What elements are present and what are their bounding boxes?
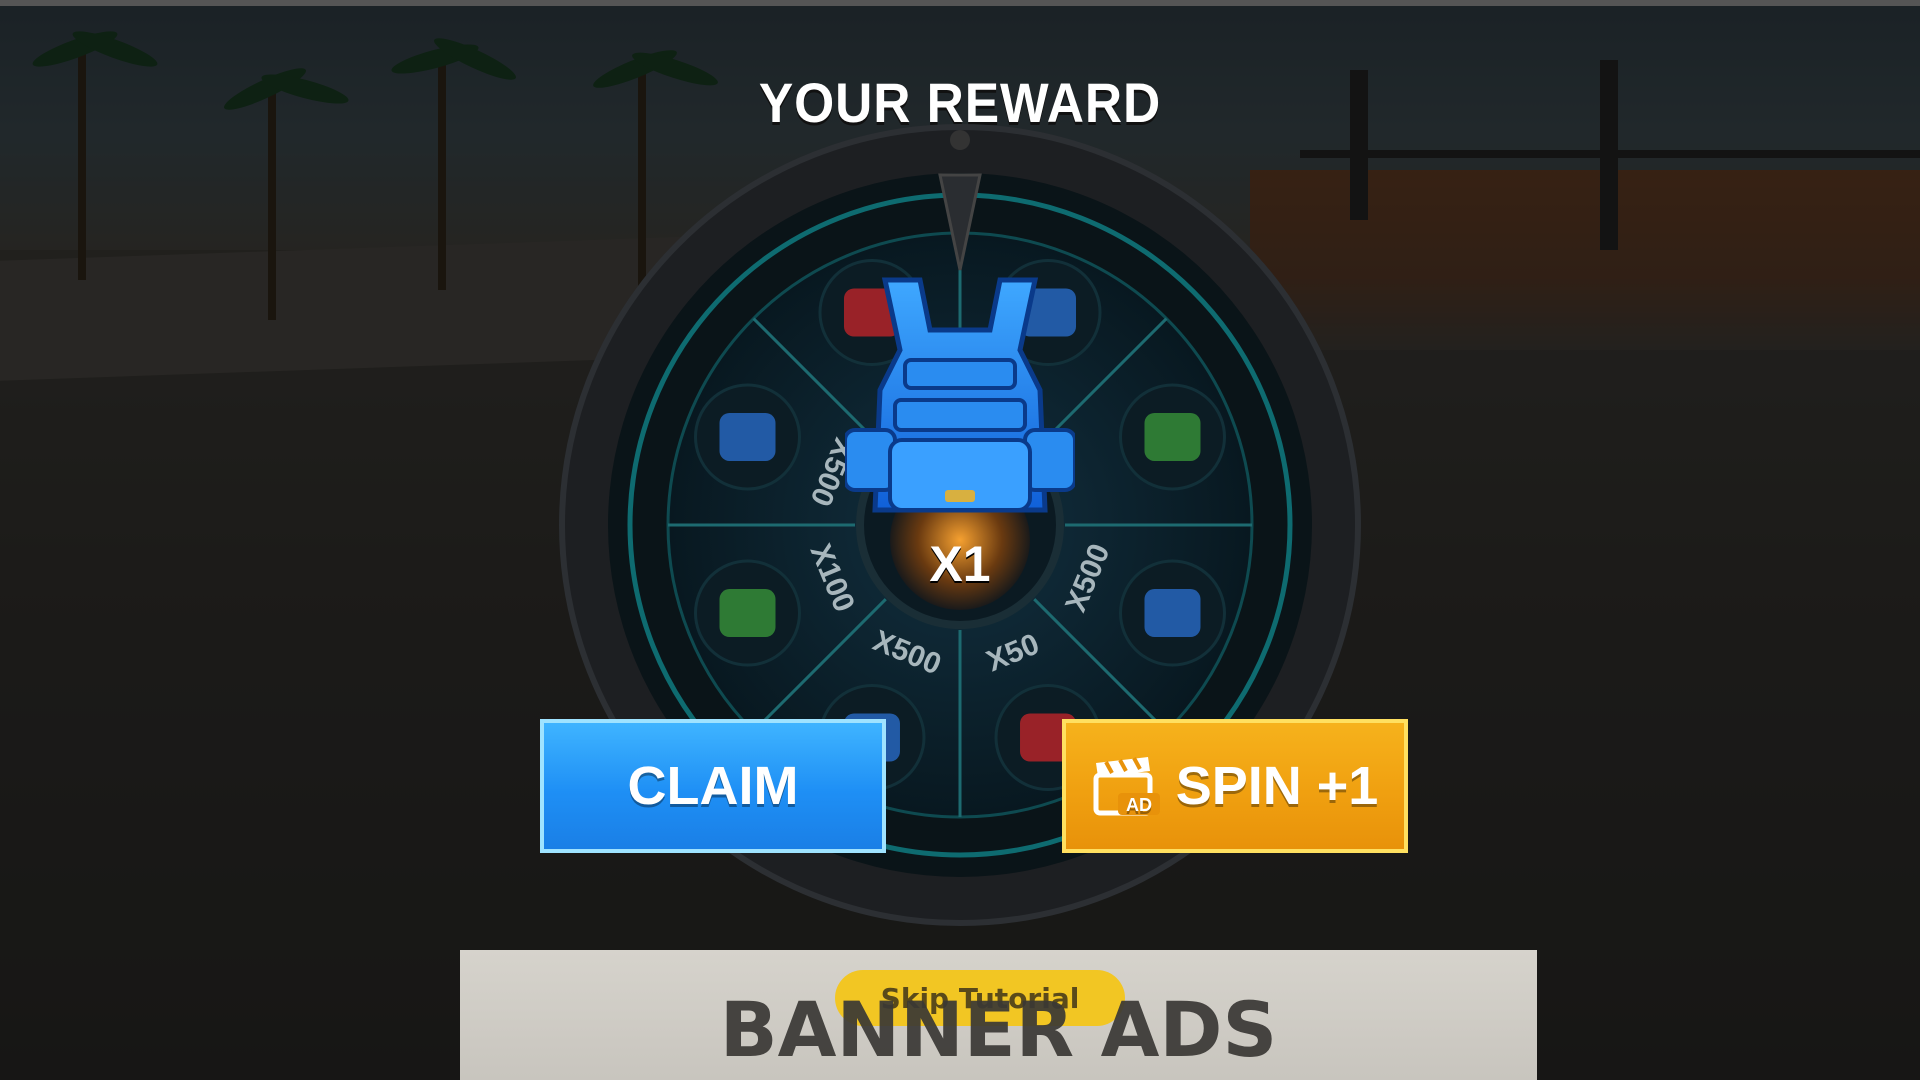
reward-quantity: X1 [929, 536, 991, 592]
spin-button-label: SPIN +1 [1175, 756, 1379, 816]
armor-vest-icon [719, 412, 776, 461]
ad-badge-text: AD [1126, 795, 1152, 815]
spin-ad-button[interactable]: AD SPIN +1 [1062, 719, 1408, 853]
cash-icon [1144, 412, 1201, 461]
banner-ad-text: BANNER ADS [719, 985, 1278, 1074]
clapperboard-ad-icon: AD [1093, 757, 1160, 816]
armor-vest-icon [1144, 589, 1201, 638]
window-top-edge [0, 0, 1920, 6]
claim-button[interactable]: CLAIM [540, 719, 886, 853]
cash-icon [719, 589, 776, 638]
armor-vest-reward-icon [845, 277, 1075, 513]
claim-button-label: CLAIM [627, 756, 799, 816]
pointer-pin [950, 130, 970, 150]
